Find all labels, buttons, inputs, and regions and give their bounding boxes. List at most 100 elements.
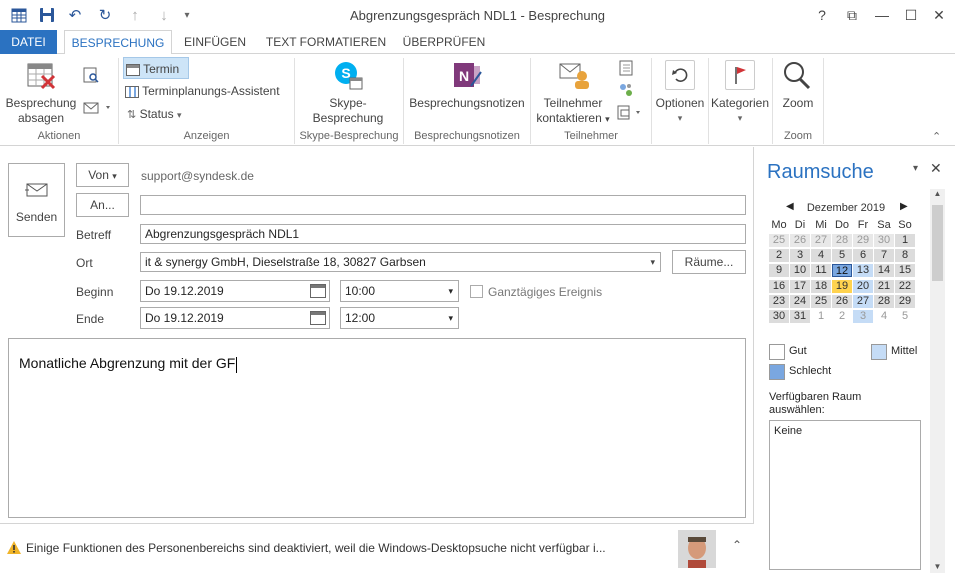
meeting-notes-button[interactable]: Besprechungsnotizen xyxy=(407,96,527,111)
calendar-day[interactable]: 13 xyxy=(853,264,873,278)
calendar-day[interactable]: 3 xyxy=(853,310,873,323)
response-options-icon[interactable] xyxy=(82,98,112,116)
calendar-day[interactable]: 14 xyxy=(874,264,894,278)
scroll-thumb[interactable] xyxy=(932,205,943,281)
tab-datei[interactable]: DATEI xyxy=(0,30,57,54)
location-field[interactable]: it & synergy GmbH, Dieselstraße 18, 3082… xyxy=(140,252,661,272)
calendar-day[interactable]: 28 xyxy=(874,294,894,308)
address-book-icon[interactable] xyxy=(82,66,100,84)
start-time-field[interactable]: 10:00 ▾ xyxy=(340,280,459,302)
tab-ueberpruefen[interactable]: ÜBERPRÜFEN xyxy=(398,30,490,54)
allday-checkbox[interactable] xyxy=(470,285,483,298)
subject-field[interactable]: Abgrenzungsgespräch NDL1 xyxy=(140,224,746,244)
calendar-day[interactable]: 1 xyxy=(895,234,915,247)
calendar-day[interactable]: 12 xyxy=(832,264,852,278)
calendar-day[interactable]: 7 xyxy=(874,249,894,263)
to-button[interactable]: An... xyxy=(76,193,129,217)
to-field[interactable] xyxy=(140,195,746,215)
tab-text-formatieren[interactable]: TEXT FORMATIEREN xyxy=(262,30,390,54)
address-book-icon[interactable] xyxy=(618,60,634,76)
list-item[interactable]: Keine xyxy=(774,425,916,437)
cancel-meeting-label-2: absagen xyxy=(17,111,65,125)
calendar-day[interactable]: 28 xyxy=(832,234,852,247)
chevron-down-icon[interactable]: ▾ xyxy=(650,253,655,271)
calendar-day[interactable]: 29 xyxy=(895,294,915,308)
calendar-day[interactable]: 24 xyxy=(790,294,810,308)
cancel-meeting-button[interactable]: Besprechung absagen xyxy=(4,96,78,126)
calendar-day[interactable]: 6 xyxy=(853,249,873,263)
calendar-day[interactable]: 31 xyxy=(790,310,810,323)
next-month-icon[interactable]: ▶ xyxy=(900,201,908,212)
available-room-list[interactable]: Keine xyxy=(769,420,921,570)
collapse-ribbon-icon[interactable]: ⌃ xyxy=(932,130,941,143)
calendar-icon[interactable] xyxy=(310,284,326,298)
skype-icon: S xyxy=(332,60,364,92)
calendar-day[interactable]: 8 xyxy=(895,249,915,263)
pane-options-icon[interactable]: ▾ xyxy=(913,163,918,174)
pane-scrollbar[interactable]: ▲ ▼ xyxy=(930,189,945,573)
calendar-day[interactable]: 17 xyxy=(790,279,810,293)
maximize-button[interactable]: ☐ xyxy=(901,5,921,25)
calendar-day[interactable]: 30 xyxy=(769,310,789,323)
calendar-day[interactable]: 5 xyxy=(832,249,852,263)
calendar-day[interactable]: 2 xyxy=(832,310,852,323)
calendar-day[interactable]: 18 xyxy=(811,279,831,293)
calendar-day[interactable]: 4 xyxy=(874,310,894,323)
categories-button[interactable]: Kategorien ▾ xyxy=(709,96,771,126)
calendar-day[interactable]: 26 xyxy=(832,294,852,308)
calendar-day[interactable]: 21 xyxy=(874,279,894,293)
calendar-day[interactable]: 27 xyxy=(853,294,873,308)
ribbon-display-button[interactable]: ⧉ xyxy=(842,5,862,25)
body-editor[interactable]: Monatliche Abgrenzung mit der GF xyxy=(8,338,746,518)
status-label: Status xyxy=(139,107,174,121)
calendar-day[interactable]: 11 xyxy=(811,264,831,278)
calendar-day[interactable]: 15 xyxy=(895,264,915,278)
send-button[interactable]: Senden xyxy=(8,163,65,237)
calendar-day[interactable]: 22 xyxy=(895,279,915,293)
minimize-button[interactable]: — xyxy=(872,5,892,25)
calendar-day[interactable]: 27 xyxy=(811,234,831,247)
scroll-up-icon[interactable]: ▲ xyxy=(930,189,945,203)
scroll-down-icon[interactable]: ▼ xyxy=(930,562,945,571)
start-date-field[interactable]: Do 19.12.2019 xyxy=(140,280,330,302)
end-date-field[interactable]: Do 19.12.2019 xyxy=(140,307,330,329)
status-dropdown[interactable]: ⇅ Status ▾ xyxy=(127,103,197,125)
scheduling-assistant-button[interactable]: Terminplanungs-Assistent xyxy=(125,80,291,102)
calendar-day[interactable]: 19 xyxy=(832,279,852,293)
end-time-field[interactable]: 12:00 ▾ xyxy=(340,307,459,329)
tab-einfuegen[interactable]: EINFÜGEN xyxy=(178,30,252,54)
zoom-button[interactable]: Zoom xyxy=(774,96,822,111)
help-button[interactable]: ? xyxy=(812,5,832,25)
contact-attendees-button[interactable]: Teilnehmer kontaktieren ▾ xyxy=(532,96,614,127)
calendar-icon[interactable] xyxy=(310,311,326,325)
calendar-day[interactable]: 30 xyxy=(874,234,894,247)
end-label: Ende xyxy=(76,312,105,326)
calendar-day[interactable]: 10 xyxy=(790,264,810,278)
close-icon[interactable]: ✕ xyxy=(930,160,942,177)
calendar-day[interactable]: 1 xyxy=(811,310,831,323)
avatar[interactable] xyxy=(678,530,716,568)
options-button[interactable]: Optionen ▾ xyxy=(653,96,707,126)
calendar-day[interactable]: 4 xyxy=(811,249,831,263)
termin-button[interactable]: Termin xyxy=(123,57,189,79)
from-button[interactable]: Von ▾ xyxy=(76,163,129,187)
check-names-icon[interactable] xyxy=(618,82,634,98)
calendar-day[interactable]: 23 xyxy=(769,294,789,308)
expand-people-pane-icon[interactable]: ⌃ xyxy=(732,538,742,552)
calendar-day[interactable]: 26 xyxy=(790,234,810,247)
calendar-day[interactable]: 20 xyxy=(853,279,873,293)
close-button[interactable]: ✕ xyxy=(929,5,949,25)
skype-meeting-button[interactable]: Skype- Besprechung xyxy=(300,96,396,126)
calendar-day[interactable]: 3 xyxy=(790,249,810,263)
rooms-button[interactable]: Räume... xyxy=(672,250,746,274)
calendar-day[interactable]: 25 xyxy=(769,234,789,247)
calendar-day[interactable]: 9 xyxy=(769,264,789,278)
calendar-day[interactable]: 5 xyxy=(895,310,915,323)
prev-month-icon[interactable]: ◀ xyxy=(786,201,794,212)
tab-besprechung[interactable]: BESPRECHUNG xyxy=(64,30,172,55)
calendar-day[interactable]: 16 xyxy=(769,279,789,293)
response-options-icon[interactable] xyxy=(616,104,646,120)
calendar-day[interactable]: 2 xyxy=(769,249,789,263)
calendar-day[interactable]: 25 xyxy=(811,294,831,308)
calendar-day[interactable]: 29 xyxy=(853,234,873,247)
